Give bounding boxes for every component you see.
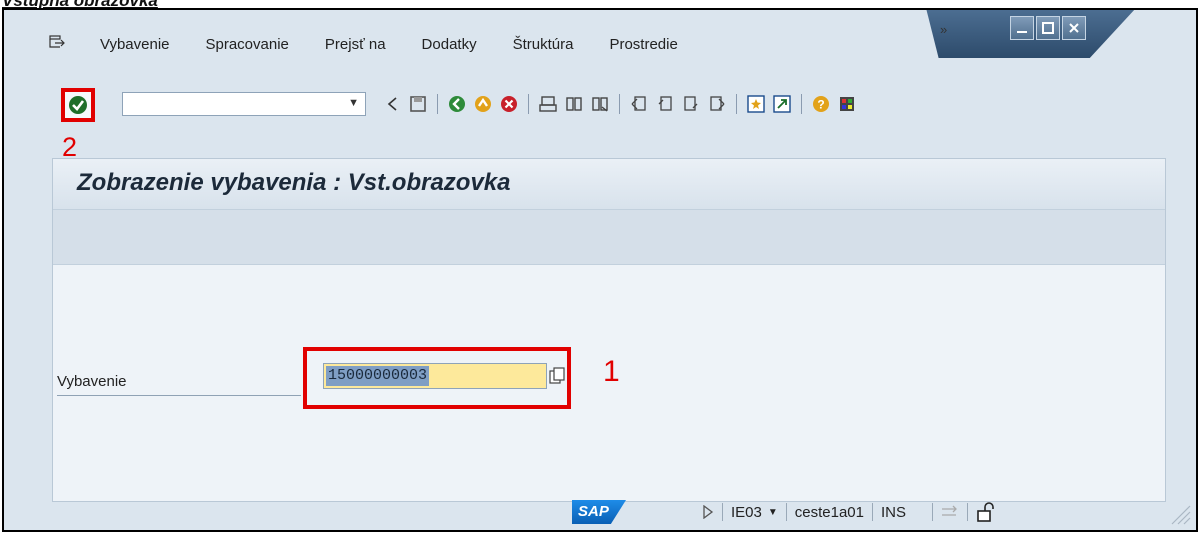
vybavenie-label: Vybavenie <box>57 373 127 390</box>
application-toolbar <box>53 210 1165 265</box>
enter-button[interactable] <box>61 88 95 122</box>
close-button[interactable] <box>1062 16 1086 40</box>
sap-logo: SAP <box>572 500 626 524</box>
status-separator <box>785 503 787 521</box>
previous-page-icon[interactable] <box>655 94 675 114</box>
menu-prostredie[interactable]: Prostredie <box>609 36 677 53</box>
next-page-icon[interactable] <box>681 94 701 114</box>
screen-title-bar: Zobrazenie vybavenia : Vst.obrazovka <box>53 159 1165 210</box>
help-icon[interactable]: ? <box>811 94 831 114</box>
chevron-down-icon[interactable]: ▼ <box>768 507 778 518</box>
status-separator <box>967 503 969 521</box>
menu-overflow-button[interactable]: » <box>940 22 947 37</box>
server-name: ceste1a01 <box>794 503 864 521</box>
find-next-icon[interactable] <box>590 94 610 114</box>
command-field[interactable]: ▼ <box>122 92 366 116</box>
transaction-code[interactable]: IE03 <box>731 504 762 521</box>
toolbar-icons: ? <box>382 92 863 116</box>
maximize-icon <box>1042 22 1054 34</box>
back-small-icon[interactable] <box>382 94 402 114</box>
menu-bar: Vybavenie Spracovanie Prejsť na Dodatky … <box>4 10 934 78</box>
toolbar-separator <box>619 94 620 114</box>
toolbar-separator <box>736 94 737 114</box>
svg-text:?: ? <box>817 98 824 112</box>
standard-toolbar: 2 ▼ ? <box>4 84 1196 162</box>
first-page-icon[interactable] <box>629 94 649 114</box>
status-separator <box>722 503 723 521</box>
lock-icon[interactable] <box>976 502 994 522</box>
chevron-down-icon[interactable]: ▼ <box>348 97 359 109</box>
close-icon <box>1069 23 1079 33</box>
triangle-right-icon[interactable] <box>702 505 714 519</box>
status-bar: SAP IE03 ▼ ceste1a01 INS <box>4 494 1196 530</box>
step-1-highlight-box <box>303 347 571 409</box>
main-screen-area: Zobrazenie vybavenia : Vst.obrazovka Vyb… <box>52 158 1166 502</box>
status-separator <box>872 503 873 521</box>
menu-spracovanie[interactable]: Spracovanie <box>206 36 289 53</box>
menu-struktura[interactable]: Štruktúra <box>513 36 574 53</box>
system-info: IE03 ▼ ceste1a01 INS <box>702 494 994 530</box>
menu-dodatky[interactable]: Dodatky <box>422 36 477 53</box>
back-icon[interactable] <box>447 94 467 114</box>
enter-icon <box>69 96 87 114</box>
toolbar-separator <box>801 94 802 114</box>
field-label-underline <box>57 395 301 396</box>
resize-grip-icon[interactable] <box>1170 504 1192 526</box>
minimize-icon <box>1017 31 1027 33</box>
menu-prejst-na[interactable]: Prejsť na <box>325 36 386 53</box>
cancel-icon[interactable] <box>499 94 519 114</box>
print-icon[interactable] <box>538 94 558 114</box>
toolbar-separator <box>528 94 529 114</box>
step-marker-1: 1 <box>603 355 620 388</box>
minimize-button[interactable] <box>1010 16 1034 40</box>
window-controls <box>1010 16 1086 42</box>
tab-order-icon[interactable] <box>941 505 959 519</box>
menu-vybavenie[interactable]: Vybavenie <box>100 36 170 53</box>
exit-icon[interactable] <box>473 94 493 114</box>
shortcut-icon[interactable] <box>772 94 792 114</box>
save-icon[interactable] <box>408 94 428 114</box>
new-session-icon[interactable] <box>746 94 766 114</box>
find-icon[interactable] <box>564 94 584 114</box>
insert-mode[interactable]: INS <box>881 504 906 521</box>
customize-layout-icon[interactable] <box>837 94 857 114</box>
toolbar-separator <box>437 94 438 114</box>
last-page-icon[interactable] <box>707 94 727 114</box>
status-separator <box>932 503 934 521</box>
sap-gui-window: » Vybavenie Spracovanie Prejsť na Dodatk… <box>2 8 1198 532</box>
page-title: Zobrazenie vybavenia : Vst.obrazovka <box>77 169 511 196</box>
maximize-button[interactable] <box>1036 16 1060 40</box>
